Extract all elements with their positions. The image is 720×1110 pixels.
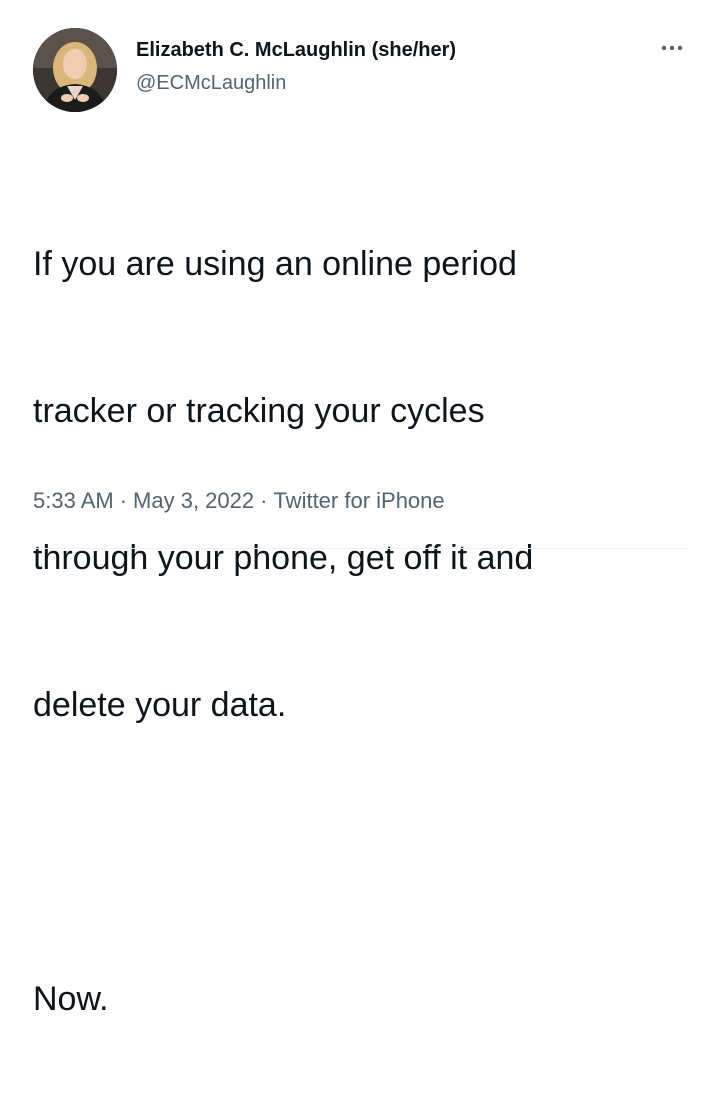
tweet-text-line: tracker or tracking your cycles — [33, 392, 485, 430]
divider — [33, 548, 687, 549]
tweet-text-closing: Now. — [33, 980, 109, 1018]
author-handle[interactable]: @ECMcLaughlin — [136, 69, 286, 97]
more-options-button[interactable] — [652, 36, 692, 60]
tweet-text: If you are using an online period tracke… — [33, 142, 693, 1110]
meta-separator: · — [260, 488, 268, 513]
avatar[interactable] — [33, 28, 117, 112]
tweet-text-line: delete your data. — [33, 686, 287, 724]
tweet-card: Elizabeth C. McLaughlin (she/her) @ECMcL… — [0, 0, 720, 1018]
meta-separator: · — [119, 488, 128, 513]
tweet-time[interactable]: 5:33 AM — [33, 488, 114, 513]
tweet-source[interactable]: Twitter for iPhone — [273, 488, 444, 513]
more-horizontal-icon — [661, 45, 683, 51]
tweet-text-line: If you are using an online period — [33, 245, 517, 283]
tweet-text-line: through your phone, get off it and — [33, 539, 534, 577]
profile-photo-icon — [33, 28, 117, 112]
tweet-date[interactable]: May 3, 2022 — [133, 488, 254, 513]
author-display-name[interactable]: Elizabeth C. McLaughlin (she/her) — [136, 36, 456, 64]
tweet-meta: 5:33 AM · May 3, 2022 · Twitter for iPhone — [33, 486, 445, 516]
